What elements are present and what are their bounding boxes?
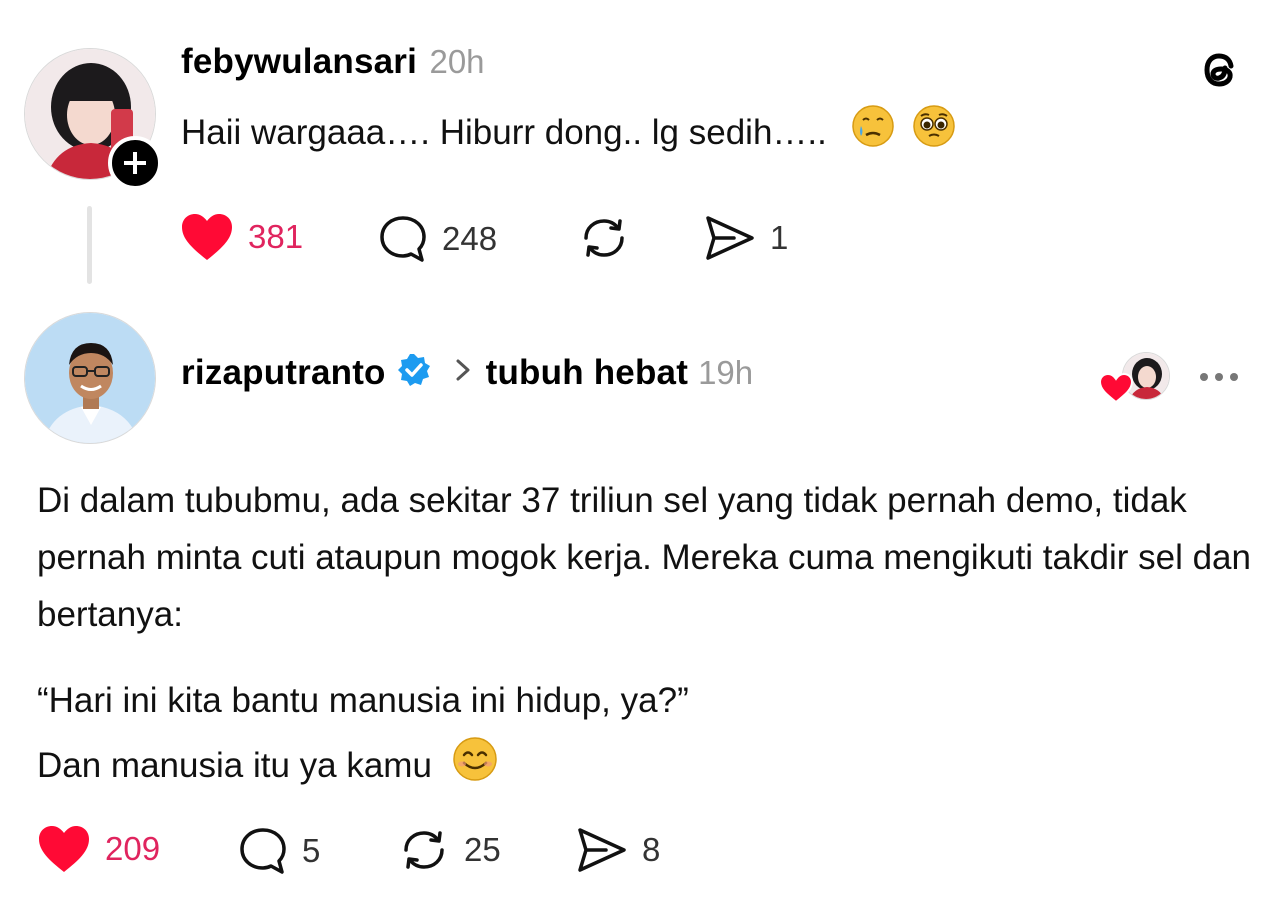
thread-line [87,206,92,284]
chevron-right-icon [454,354,472,391]
dot [1200,373,1208,381]
threads-logo-icon[interactable] [1194,44,1246,101]
post-closing: Dan manusia itu ya kamu [37,736,498,799]
like-button[interactable]: 209 [37,824,160,874]
share-button[interactable]: 1 [704,214,788,262]
reply-count: 248 [442,220,498,257]
send-icon [706,216,754,260]
post-quote: “Hari ini kita bantu manusia ini hidup, … [37,681,689,720]
verified-badge-icon [396,352,432,393]
heart-filled-icon [1098,372,1134,404]
liked-by-indicator[interactable] [1098,352,1174,404]
pleading-face-icon [912,104,956,165]
closing-text: Dan manusia itu ya kamu [37,745,432,785]
share-count: 8 [642,831,661,868]
like-count: 209 [105,830,161,867]
repost-count: 25 [464,831,501,868]
heart-filled-icon [182,214,232,260]
post-text: Haii wargaaa…. Hiburr dong.. lg sedih….. [181,104,956,165]
crying-face-icon [851,104,895,165]
send-icon [578,828,626,872]
avatar[interactable] [24,312,156,444]
repost-button[interactable]: 25 [398,824,501,876]
reply-button[interactable]: 248 [378,214,497,264]
post-time: 19h [698,353,754,391]
heart-filled-icon [39,826,89,872]
like-count: 381 [248,218,304,255]
dot [1230,373,1238,381]
repost-button[interactable] [578,212,630,264]
share-button[interactable]: 8 [576,826,660,874]
post-time: 20h [429,43,485,80]
dot [1215,373,1223,381]
share-count: 1 [770,219,789,256]
username[interactable]: febywulansari [181,42,417,81]
post-paragraph: Di dalam tububmu, ada sekitar 37 triliun… [37,481,1251,634]
topic-tag[interactable]: tubuh hebat [486,353,688,393]
plus-icon [124,152,146,174]
follow-button[interactable] [108,136,162,190]
reply-count: 5 [302,832,321,869]
comment-icon [380,216,426,262]
repost-icon [584,219,624,257]
post-body: Haii wargaaa…. Hiburr dong.. lg sedih….. [181,112,827,152]
like-button[interactable]: 381 [180,212,303,262]
comment-icon [240,828,286,874]
username[interactable]: rizaputranto [181,353,386,393]
more-options-button[interactable] [1200,373,1238,381]
repost-icon [404,831,444,869]
smiling-face-icon [452,736,498,799]
reply-button[interactable]: 5 [238,826,320,876]
